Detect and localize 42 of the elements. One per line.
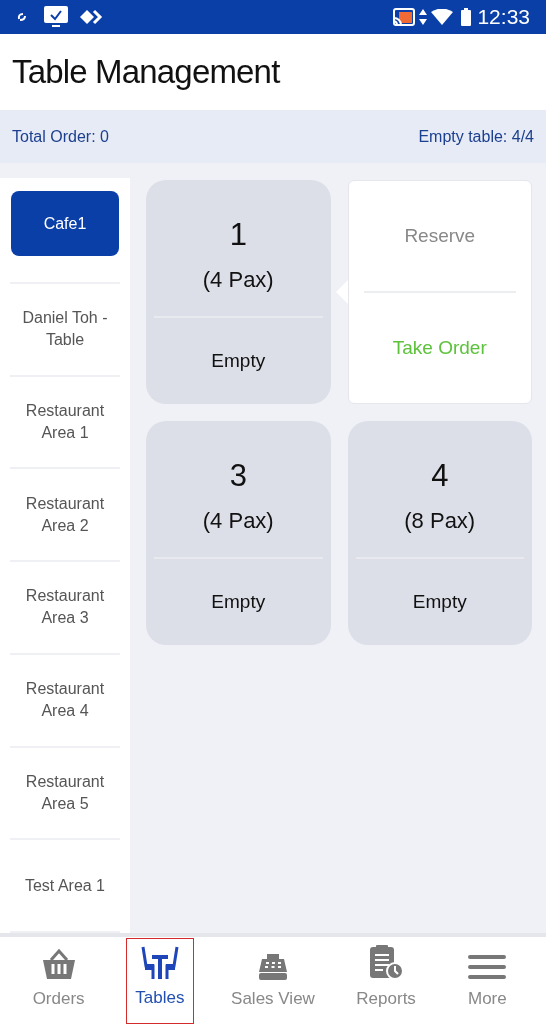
menu-icon	[468, 954, 507, 980]
nav-tab[interactable]: Orders	[24, 937, 93, 1024]
cash-register-icon	[257, 952, 288, 980]
area-tab[interactable]: Daniel Toh - Table	[11, 307, 119, 352]
total-order-count: Total Order: 0	[12, 126, 109, 147]
area-tab[interactable]: Restaurant Area 3	[11, 585, 119, 630]
table-number: 1	[229, 216, 247, 255]
table-card[interactable]: 3 (4 Pax) Empty	[146, 421, 331, 645]
nav-tab[interactable]: Sales View	[227, 937, 319, 1024]
table-card[interactable]: 1 (4 Pax) Empty	[146, 180, 331, 404]
table-number: 3	[229, 457, 247, 496]
data-arrows-icon	[419, 9, 428, 25]
empty-table-count: Empty table: 4/4	[418, 126, 534, 147]
table-capacity: (8 Pax)	[404, 506, 476, 535]
nav-tab[interactable]: Reports	[352, 937, 421, 1024]
wifi-icon	[431, 9, 454, 25]
clock-time: 12:33	[477, 4, 530, 31]
table-status: Empty	[412, 589, 467, 614]
diamond-arrow-icon	[80, 9, 103, 25]
table-status: Empty	[211, 348, 266, 373]
nav-tab[interactable]: More	[453, 937, 522, 1024]
area-tab[interactable]: Test Area 1	[11, 874, 119, 897]
table-card[interactable]: 4 (8 Pax) Empty	[347, 421, 532, 645]
table-status: Empty	[211, 589, 266, 614]
clipboard-clock-icon	[368, 944, 405, 980]
area-tab[interactable]: Restaurant Area 1	[11, 399, 119, 444]
page-title: Table Management	[12, 52, 280, 93]
basket-icon	[40, 948, 77, 980]
cast-icon	[393, 8, 416, 26]
area-tab[interactable]: Restaurant Area 2	[11, 492, 119, 537]
table-number: 4	[431, 457, 449, 496]
area-tab[interactable]: Restaurant Area 5	[11, 770, 119, 815]
table-capacity: (4 Pax)	[202, 506, 274, 535]
monitor-icon	[44, 6, 68, 28]
notification-icon	[16, 11, 28, 23]
area-tab[interactable]: Cafe1	[11, 191, 119, 256]
popup-menu-item[interactable]: Reserve	[363, 181, 516, 293]
battery-icon	[461, 8, 472, 26]
nav-tab[interactable]: Tables	[125, 937, 194, 1024]
table-capacity: (4 Pax)	[202, 265, 274, 294]
area-tab[interactable]: Restaurant Area 4	[11, 678, 119, 723]
table-chairs-icon	[140, 946, 179, 979]
